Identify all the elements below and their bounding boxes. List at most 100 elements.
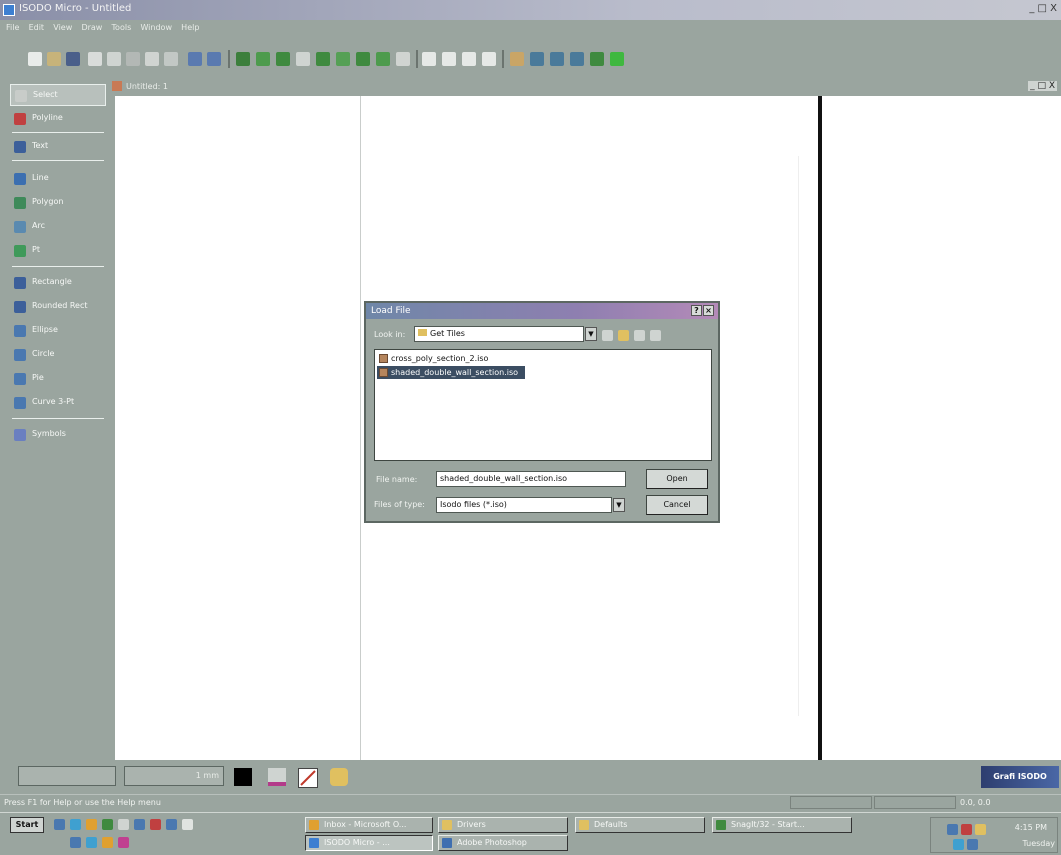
print-icon[interactable] bbox=[88, 52, 102, 66]
tool-circle[interactable]: Circle bbox=[10, 344, 106, 366]
save-icon[interactable] bbox=[66, 52, 80, 66]
menu-help[interactable]: Help bbox=[181, 20, 199, 36]
file-item[interactable]: cross_poly_section_2.iso bbox=[377, 352, 488, 365]
tool-rounded-rect[interactable]: Rounded Rect bbox=[10, 296, 106, 318]
task-defaults[interactable]: Defaults bbox=[575, 817, 705, 833]
symbol-icon[interactable] bbox=[530, 52, 544, 66]
fill-color-swatch[interactable] bbox=[234, 768, 252, 786]
tool-select[interactable]: Select bbox=[10, 84, 106, 106]
menu-draw[interactable]: Draw bbox=[81, 20, 102, 36]
delete-icon[interactable] bbox=[296, 52, 310, 66]
mirror-icon[interactable] bbox=[590, 52, 604, 66]
quicklaunch-app-icon[interactable] bbox=[182, 819, 193, 830]
up-folder-icon[interactable] bbox=[602, 330, 613, 341]
measure-icon[interactable] bbox=[550, 52, 564, 66]
undo-icon[interactable] bbox=[188, 52, 202, 66]
zoom-fit-icon[interactable] bbox=[462, 52, 476, 66]
cancel-button[interactable]: Cancel bbox=[646, 495, 708, 515]
tool-arc[interactable]: Arc bbox=[10, 216, 106, 238]
tray-volume-icon[interactable] bbox=[953, 839, 964, 850]
filetype-combo[interactable]: Isodo files (*.iso) bbox=[436, 497, 612, 513]
menu-edit[interactable]: Edit bbox=[29, 20, 45, 36]
quicklaunch-app-icon[interactable] bbox=[86, 837, 97, 848]
new-icon[interactable] bbox=[28, 52, 42, 66]
file-item-selected[interactable]: shaded_double_wall_section.iso bbox=[377, 366, 525, 379]
rotate-icon[interactable] bbox=[570, 52, 584, 66]
file-list[interactable]: cross_poly_section_2.iso shaded_double_w… bbox=[374, 349, 712, 461]
document-title-bar[interactable]: Untitled: 1 _ □ X bbox=[108, 78, 1061, 96]
pan-icon[interactable] bbox=[482, 52, 496, 66]
quicklaunch-outlook-icon[interactable] bbox=[86, 819, 97, 830]
page2-icon[interactable] bbox=[276, 52, 290, 66]
start-button[interactable]: Start bbox=[10, 817, 44, 833]
task-photoshop[interactable]: Adobe Photoshop bbox=[438, 835, 568, 851]
layer3-icon[interactable] bbox=[376, 52, 390, 66]
menu-view[interactable]: View bbox=[53, 20, 72, 36]
open-icon[interactable] bbox=[47, 52, 61, 66]
line-style-icon[interactable] bbox=[298, 768, 318, 788]
cut-icon[interactable] bbox=[126, 52, 140, 66]
layer-icon[interactable] bbox=[336, 52, 350, 66]
quicklaunch-app-icon[interactable] bbox=[102, 837, 113, 848]
quicklaunch-desktop-icon[interactable] bbox=[54, 819, 65, 830]
style-field[interactable] bbox=[18, 766, 116, 786]
pen-icon[interactable] bbox=[236, 52, 250, 66]
line-width-field[interactable]: 1 mm bbox=[124, 766, 224, 786]
quicklaunch-app-icon[interactable] bbox=[150, 819, 161, 830]
details-view-icon[interactable] bbox=[650, 330, 661, 341]
quicklaunch-app-icon[interactable] bbox=[102, 819, 113, 830]
quicklaunch-ie-icon[interactable] bbox=[70, 819, 81, 830]
quicklaunch-app-icon[interactable] bbox=[118, 837, 129, 848]
menu-tools[interactable]: Tools bbox=[112, 20, 132, 36]
task-isodo[interactable]: ISODO Micro - ... bbox=[305, 835, 433, 851]
list-view-icon[interactable] bbox=[634, 330, 645, 341]
document-window-controls[interactable]: _ □ X bbox=[1028, 81, 1057, 91]
task-snagit[interactable]: SnagIt/32 - Start... bbox=[712, 817, 852, 833]
task-drivers[interactable]: Drivers bbox=[438, 817, 568, 833]
zoom-out-icon[interactable] bbox=[442, 52, 456, 66]
redo-icon[interactable] bbox=[207, 52, 221, 66]
new-folder-icon[interactable] bbox=[618, 330, 629, 341]
help-button[interactable]: ? bbox=[691, 305, 702, 316]
look-in-combo[interactable]: Get Tiles bbox=[414, 326, 584, 342]
dialog-title-bar[interactable]: Load File ? × bbox=[366, 303, 718, 319]
grid-icon[interactable] bbox=[316, 52, 330, 66]
fill-pattern-icon[interactable] bbox=[330, 768, 348, 786]
tool-point[interactable]: Pt bbox=[10, 240, 106, 262]
tray-network-icon[interactable] bbox=[947, 824, 958, 835]
copy-icon[interactable] bbox=[145, 52, 159, 66]
layer2-icon[interactable] bbox=[356, 52, 370, 66]
zoom-in-icon[interactable] bbox=[422, 52, 436, 66]
print-preview-icon[interactable] bbox=[107, 52, 121, 66]
line-color-icon[interactable] bbox=[268, 768, 286, 786]
menu-file[interactable]: File bbox=[6, 20, 19, 36]
task-inbox[interactable]: Inbox - Microsoft O... bbox=[305, 817, 433, 833]
chevron-down-icon[interactable]: ▼ bbox=[613, 498, 625, 512]
window-title-bar[interactable]: ISODO Micro - Untitled _ □ X bbox=[0, 0, 1061, 20]
quicklaunch-app-icon[interactable] bbox=[70, 837, 81, 848]
menu-window[interactable]: Window bbox=[140, 20, 172, 36]
grid-toggle-icon[interactable] bbox=[510, 52, 524, 66]
close-button[interactable]: × bbox=[703, 305, 714, 316]
tool-symbols[interactable]: Symbols bbox=[10, 424, 106, 446]
quicklaunch-app-icon[interactable] bbox=[134, 819, 145, 830]
color-icon[interactable] bbox=[610, 52, 624, 66]
filename-input[interactable]: shaded_double_wall_section.iso bbox=[436, 471, 626, 487]
tool-text[interactable]: Text bbox=[10, 136, 106, 158]
chevron-down-icon[interactable]: ▼ bbox=[585, 327, 597, 341]
tool-line[interactable]: Line bbox=[10, 168, 106, 190]
tool-polygon[interactable]: Polygon bbox=[10, 192, 106, 214]
tool-curve[interactable]: Curve 3-Pt bbox=[10, 392, 106, 414]
open-button[interactable]: Open bbox=[646, 469, 708, 489]
tool-ellipse[interactable]: Ellipse bbox=[10, 320, 106, 342]
page-icon[interactable] bbox=[256, 52, 270, 66]
tool-polyline[interactable]: Polyline bbox=[10, 108, 106, 130]
frame-icon[interactable] bbox=[396, 52, 410, 66]
tool-pie[interactable]: Pie bbox=[10, 368, 106, 390]
tray-app-icon[interactable] bbox=[961, 824, 972, 835]
quicklaunch-app-icon[interactable] bbox=[166, 819, 177, 830]
paste-icon[interactable] bbox=[164, 52, 178, 66]
quicklaunch-app-icon[interactable] bbox=[118, 819, 129, 830]
window-controls[interactable]: _ □ X bbox=[1029, 3, 1057, 14]
tool-rectangle[interactable]: Rectangle bbox=[10, 272, 106, 294]
